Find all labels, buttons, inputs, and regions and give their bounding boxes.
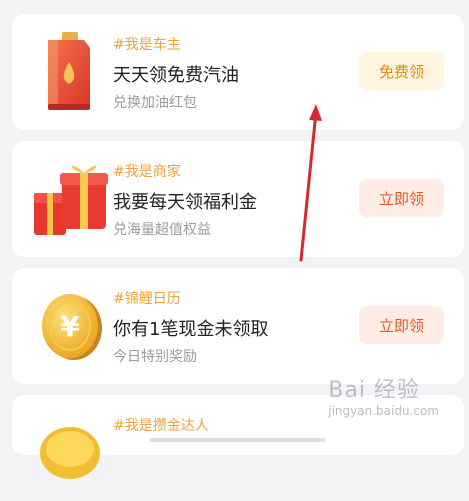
card-tag: #我是车主 [113, 37, 181, 53]
baidu-watermark: Bai 经验 jingyan.baidu.com [328, 372, 439, 418]
card-subtitle: 今日特别奖励 [113, 349, 197, 365]
task-card-car-owner[interactable]: #我是车主 天天领免费汽油 兑换加油红包 免费领 [12, 14, 464, 130]
fuel-can-icon [26, 28, 114, 116]
claim-now-button[interactable]: 立即领 [359, 306, 444, 344]
claim-now-button[interactable]: 立即领 [359, 179, 444, 217]
watermark-text: Bai 经验 [328, 378, 420, 403]
card-subtitle: 兑换加油红包 [113, 95, 197, 111]
card-title: 我要每天领福利金 [113, 192, 257, 213]
svg-text:¥: ¥ [60, 310, 80, 343]
card-tag: #我是商家 [113, 164, 181, 180]
gold-coin-icon [26, 409, 114, 497]
gift-box-icon [26, 155, 114, 243]
card-tag: #锦鲤日历 [113, 291, 181, 307]
card-title: 你有1笔现金未领取 [113, 319, 269, 340]
home-indicator [150, 438, 325, 442]
gold-coin-icon: ¥ [26, 282, 114, 370]
task-card-koi-calendar[interactable]: ¥ #锦鲤日历 你有1笔现金未领取 今日特别奖励 立即领 [12, 268, 464, 384]
free-claim-button[interactable]: 免费领 [359, 52, 444, 90]
watermark-sub: jingyan.baidu.com [328, 404, 439, 418]
card-title: 天天领免费汽油 [113, 65, 239, 86]
card-tag: #我是攒金达人 [113, 418, 209, 434]
task-card-merchant[interactable]: #我是商家 我要每天领福利金 兑海量超值权益 立即领 [12, 141, 464, 257]
card-subtitle: 兑海量超值权益 [113, 222, 211, 238]
